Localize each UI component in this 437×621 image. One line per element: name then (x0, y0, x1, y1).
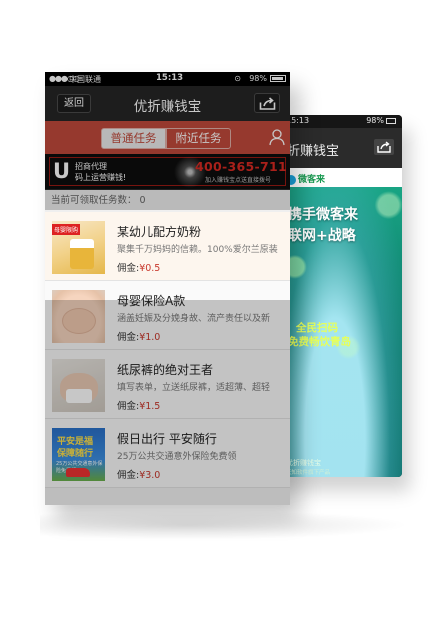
commission-amount: ¥1.5 (139, 401, 161, 412)
thumbnail-line-2: 保障随行 (57, 449, 94, 459)
back-headline-2: 联网+战略 (288, 228, 356, 244)
commission-amount: ¥3.0 (139, 470, 161, 481)
back-slogan-2: 免费畅饮青岛 (288, 336, 351, 348)
banner-logo: U (53, 159, 71, 183)
diaper-image (66, 389, 92, 403)
item-commission: 佣金:¥3.0 (117, 467, 160, 481)
tab-nearby-tasks[interactable]: 附近任务 (166, 128, 231, 149)
share-icon (377, 141, 391, 153)
share-icon (259, 97, 276, 110)
banner-line-1: 招商代理 (75, 162, 107, 171)
item-description: 填写表单，立送纸尿裤，适超薄、超轻 (117, 383, 271, 393)
back-logo-right-text: 微客来 (298, 175, 326, 185)
item-thumbnail: 平安是福 保障随行 25万公共交通意外保险免费领 (52, 428, 105, 481)
back-nav-title: 折赚钱宝 (287, 144, 340, 159)
back-headline-1: 携手微客来 (288, 207, 358, 223)
commission-label: 佣金: (117, 470, 140, 481)
commission-label: 佣金: (117, 263, 140, 274)
item-title: 假日出行 平安随行 (117, 432, 217, 446)
item-description: 涵盖妊娠及分娩身故、流产责任以及新 (117, 314, 271, 324)
item-thumbnail: 母婴限购 (52, 221, 105, 274)
battery-percent: 98% (249, 74, 267, 83)
item-description: 聚集千万妈妈的信赖。100%爱尔兰原装 (117, 245, 278, 255)
item-commission: 佣金:¥1.5 (117, 398, 160, 412)
back-footer-1: 优折赚钱宝 (286, 459, 321, 467)
item-title: 母婴保险A款 (117, 294, 186, 308)
commission-amount: ¥1.0 (139, 332, 161, 343)
commission-amount: ¥0.5 (139, 263, 161, 274)
back-logo-right: 微客来 (286, 172, 325, 185)
back-footer-2: 天知软件旗下产品 (286, 470, 331, 476)
agent-recruitment-banner[interactable]: U 招商代理 码上运营赚钱! 400-365-711 加入赚钱宝点送直接拨号 (45, 154, 290, 190)
item-thumbnail (52, 359, 105, 412)
item-commission: 佣金:¥1.0 (117, 329, 160, 343)
banner-subtext: 加入赚钱宝点送直接拨号 (205, 177, 272, 184)
item-commission: 佣金:¥0.5 (117, 260, 160, 274)
rotation-lock-icon: ⊙ (234, 74, 241, 83)
status-bar: ●●●○○ 中国联通 15:13 ⊙ 98% (45, 72, 290, 86)
battery-icon (386, 118, 396, 124)
share-button[interactable] (254, 93, 280, 113)
battery-icon (270, 75, 286, 82)
user-icon[interactable] (269, 129, 285, 146)
tab-normal-tasks[interactable]: 普通任务 (101, 128, 166, 149)
task-list-item[interactable]: 平安是福 保障随行 25万公共交通意外保险免费领 假日出行 平安随行 25万公共… (45, 419, 290, 488)
back-status-battery: 98% (366, 116, 384, 125)
carrier-name: 中国联通 (69, 75, 101, 84)
status-time: 15:13 (156, 73, 184, 83)
back-share-button[interactable] (374, 139, 394, 155)
item-title: 纸尿裤的绝对王者 (117, 363, 214, 377)
item-description: 25万公共交通意外保险免费领 (117, 452, 237, 462)
commission-label: 佣金: (117, 401, 140, 412)
car-image (66, 468, 90, 477)
milk-powder-image (70, 239, 94, 269)
item-title: 某幼儿配方奶粉 (117, 225, 202, 239)
available-task-count: 当前可领取任务数： 0 (45, 190, 290, 212)
banner-phone-number: 400-365-711 (195, 159, 287, 174)
thumbnail-tag: 母婴限购 (52, 224, 81, 235)
item-thumbnail (52, 290, 105, 343)
task-list-item[interactable]: 母婴限购 某幼儿配方奶粉 聚集千万妈妈的信赖。100%爱尔兰原装 佣金:¥0.5 (45, 212, 290, 281)
back-slogan-1: 全民扫码 (296, 322, 338, 334)
task-list-item[interactable]: 母婴保险A款 涵盖妊娠及分娩身故、流产责任以及新 佣金:¥1.0 (45, 281, 290, 350)
commission-label: 佣金: (117, 332, 140, 343)
floor-shadow (40, 510, 410, 540)
navigation-bar: 返回 优折赚钱宝 (45, 86, 290, 121)
front-phone-screen: ●●●○○ 中国联通 15:13 ⊙ 98% 返回 优折赚钱宝 普通任务 附近任… (45, 72, 290, 505)
task-tab-bar: 普通任务 附近任务 (45, 121, 290, 154)
banner-line-2: 码上运营赚钱! (75, 173, 127, 182)
pregnancy-image (62, 308, 96, 334)
task-list-item[interactable]: 纸尿裤的绝对王者 填写表单，立送纸尿裤，适超薄、超轻 佣金:¥1.5 (45, 350, 290, 419)
